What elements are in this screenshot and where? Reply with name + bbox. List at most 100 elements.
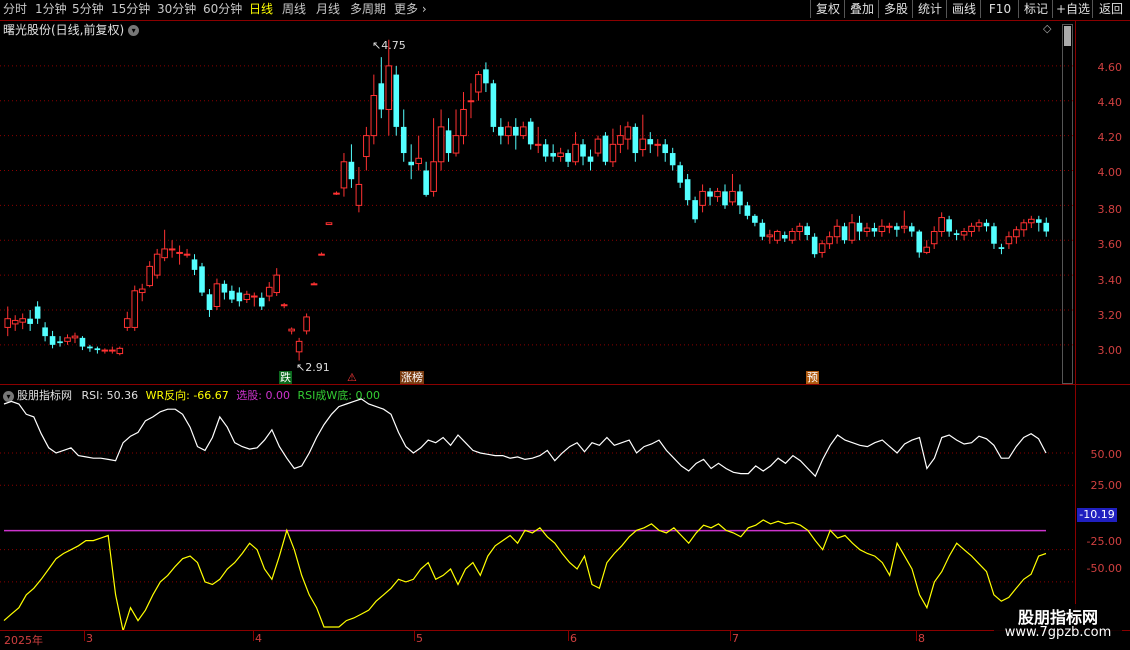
candle-body: [280, 304, 288, 307]
candle-body: [557, 152, 564, 158]
candle-body: [213, 283, 221, 307]
candle-body: [273, 274, 281, 294]
candle-body: [87, 346, 93, 349]
event-marker-forecast[interactable]: 预: [806, 371, 819, 384]
period-60min[interactable]: 60分钟: [203, 1, 242, 18]
candle-body: [983, 222, 990, 227]
candle-body: [811, 236, 818, 255]
candle-body: [580, 144, 586, 157]
period-5min[interactable]: 5分钟: [72, 1, 104, 18]
candle-body: [886, 225, 893, 228]
candle-body: [534, 143, 542, 146]
candle-body: [804, 226, 810, 235]
candle-body: [938, 217, 945, 233]
candle-body: [131, 290, 139, 328]
rsi-line: [3, 398, 1047, 478]
candle-body: [1005, 236, 1013, 245]
candle-body: [519, 126, 527, 137]
indicator-tick-label: -25.00: [1086, 535, 1122, 548]
candle-body: [229, 290, 235, 300]
candle-body: [191, 259, 198, 270]
candle-body: [206, 294, 213, 310]
candle-body: [168, 248, 176, 251]
event-marker-rank[interactable]: 涨榜: [400, 371, 424, 384]
candle-body: [991, 226, 997, 244]
candle-body: [437, 126, 445, 163]
candle-body: [692, 200, 698, 220]
candle-body: [788, 231, 796, 241]
candle-body: [848, 222, 856, 241]
candle-body: [617, 135, 624, 145]
arrow-icon: ↖: [372, 39, 382, 52]
period-daily[interactable]: 日线: [249, 1, 273, 18]
candle-body: [594, 138, 602, 154]
button-overlay[interactable]: 叠加: [844, 0, 879, 18]
event-marker-drop[interactable]: 跌: [279, 371, 292, 384]
candle-body: [669, 153, 676, 166]
arrow-icon: ↖: [296, 361, 306, 374]
button-statistics[interactable]: 统计: [912, 0, 947, 18]
button-f10[interactable]: F10: [980, 0, 1019, 18]
candle-body: [916, 231, 923, 253]
period-more[interactable]: 更多 ›: [394, 1, 427, 18]
watermark: 股朋指标网 www.7gpzb.com: [994, 604, 1122, 642]
candle-body: [4, 318, 12, 328]
candle-body: [759, 222, 766, 237]
candle-body: [856, 222, 863, 232]
x-separator: [730, 631, 731, 641]
button-add-watchlist[interactable]: +自选: [1052, 0, 1093, 18]
candle-body: [654, 143, 662, 146]
period-30min[interactable]: 30分钟: [157, 1, 196, 18]
candle-body: [707, 191, 713, 197]
x-tick-label: 6: [570, 632, 577, 645]
candle-body: [699, 190, 706, 206]
x-separator: [84, 631, 85, 641]
price-tick-label: 3.00: [1097, 344, 1123, 357]
candle-body: [318, 253, 325, 256]
candle-body: [109, 349, 116, 352]
period-multi[interactable]: 多周期: [350, 1, 386, 18]
candle-body: [467, 100, 475, 103]
x-tick-label: 8: [918, 632, 925, 645]
warning-icon[interactable]: ⚠: [346, 371, 358, 384]
candle-body: [505, 126, 512, 137]
period-1min[interactable]: 1分钟: [35, 1, 67, 18]
button-draw-line[interactable]: 画线: [946, 0, 981, 18]
candle-body: [632, 126, 639, 154]
button-mark[interactable]: 标记: [1018, 0, 1053, 18]
candle-body: [19, 318, 26, 323]
candle-body: [243, 293, 251, 301]
candle-body: [818, 243, 826, 253]
period-fenshi[interactable]: 分时: [3, 1, 27, 18]
candle-body: [863, 227, 871, 233]
button-back[interactable]: 返回: [1092, 0, 1129, 18]
candle-body: [138, 288, 146, 294]
candle-body: [894, 226, 900, 230]
x-tick-label: 7: [732, 632, 739, 645]
candle-body: [729, 190, 736, 203]
candle-body: [953, 233, 960, 235]
candle-body: [161, 248, 168, 259]
candle-body: [490, 83, 497, 127]
candle-body: [722, 191, 728, 206]
candle-body: [744, 205, 751, 216]
period-monthly[interactable]: 月线: [316, 1, 340, 18]
candle-body: [796, 225, 804, 233]
candle-body: [908, 226, 915, 232]
candle-body: [303, 316, 310, 332]
candle-body: [423, 170, 429, 195]
period-15min[interactable]: 15分钟: [111, 1, 150, 18]
period-weekly[interactable]: 周线: [282, 1, 306, 18]
candle-body: [258, 297, 265, 307]
x-tick-label: 4: [255, 632, 262, 645]
bottom-border: [0, 630, 1130, 631]
candle-body: [527, 121, 534, 145]
price-tick-label: 3.60: [1097, 238, 1123, 251]
candle-body: [378, 83, 385, 110]
candle-body: [923, 246, 931, 253]
candle-body: [452, 135, 460, 154]
button-multi-stock[interactable]: 多股: [878, 0, 913, 18]
candle-body: [1028, 218, 1035, 224]
button-restore-rights[interactable]: 复权: [810, 0, 845, 18]
low-price-value: 2.91: [305, 361, 330, 374]
